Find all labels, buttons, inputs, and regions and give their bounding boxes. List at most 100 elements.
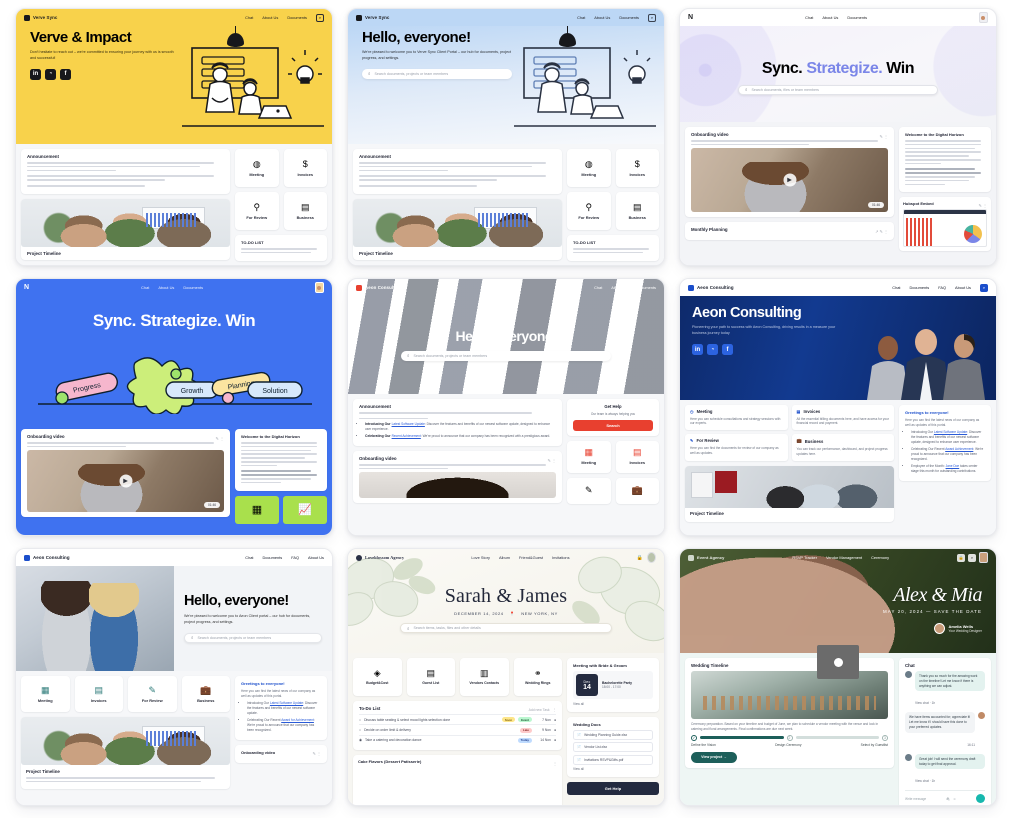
nav-item-about[interactable]: About Us	[822, 15, 838, 20]
tile-vendors[interactable]: ▥ Vendors Contacts	[460, 658, 509, 696]
chart-icon-tile[interactable]: 📈	[283, 495, 327, 524]
template-card-aeon-light[interactable]: Aeon Consulting Chat Documents FAQ About…	[15, 548, 333, 806]
feature-for-review[interactable]: ✎ For Review Here you can find the docum…	[685, 434, 788, 461]
tile-business[interactable]: 💼 Business	[181, 676, 230, 712]
nav-item-invitations[interactable]: Invitations	[552, 555, 570, 560]
nav-item-vendor[interactable]: Vendor Management	[826, 555, 862, 560]
onboarding-video[interactable]: ▶ 01:46	[27, 450, 224, 513]
search-icon[interactable]: ⌕	[648, 13, 656, 22]
emoji-icon[interactable]: ☺	[953, 797, 956, 801]
nav-item-about[interactable]: About Us	[262, 15, 278, 20]
progress-tracker[interactable]: ✓ 2 3	[691, 734, 888, 741]
nav-item-about[interactable]: About Us	[955, 285, 971, 290]
template-card-sync-blue[interactable]: N Chat About Us Documents Sync. Strategi…	[15, 278, 333, 536]
search-input[interactable]: ⌕ Search documents, projects or team mem…	[401, 350, 611, 361]
template-card-wedding-sarah-james[interactable]: Loveblossom Agency Love Story Album Frie…	[347, 548, 665, 806]
nav-item-documents[interactable]: Documents	[263, 555, 283, 560]
search-icon[interactable]: ⌕	[316, 13, 324, 22]
avatar[interactable]	[647, 552, 656, 563]
linkedin-icon[interactable]: in	[30, 68, 41, 80]
tile-invoices[interactable]: ▤ Invoices	[615, 440, 659, 473]
panel-actions[interactable]: ✎ ⋮	[979, 203, 987, 208]
nav-item-faq[interactable]: FAQ	[938, 285, 946, 290]
template-card-verve-blue[interactable]: Verve Sync Chat About Us Documents ⌕ Hel…	[347, 8, 665, 266]
get-help-button[interactable]: Get Help	[567, 782, 659, 796]
nav-item-chat[interactable]: Chat	[892, 285, 900, 290]
nav-item-chat[interactable]: Chat	[577, 15, 585, 20]
nav-item-documents[interactable]: Documents	[287, 15, 307, 20]
linkedin-icon[interactable]: in	[692, 344, 703, 356]
panel-actions[interactable]: ✎ ⋮	[216, 436, 224, 441]
nav-item-documents[interactable]: Documents	[910, 285, 930, 290]
search-input[interactable]: ⌕ Search items, tasks, files and other d…	[400, 623, 612, 633]
template-card-sync-light[interactable]: N Chat About Us Documents Sync. Strategi…	[679, 8, 997, 266]
nav-item-chat[interactable]: Chat	[245, 555, 253, 560]
nav-item-about[interactable]: About Us	[158, 285, 174, 290]
lock-icon[interactable]: 🔒	[956, 553, 965, 562]
view-all-link[interactable]: View all	[573, 767, 653, 772]
nav-item-friend-guest[interactable]: Friend&Guest	[519, 555, 543, 560]
nav-item-chat[interactable]: Chat	[594, 285, 602, 290]
tile-for-review[interactable]: ⚲ For Review	[567, 192, 611, 230]
avatar[interactable]	[978, 12, 988, 23]
feature-business[interactable]: 💼 Business You can track our performance…	[791, 434, 894, 461]
panel-actions[interactable]: ✎ ⋮	[548, 458, 556, 463]
calendar-icon-tile[interactable]: ▦	[235, 495, 279, 524]
todo-item[interactable]: ○ Discuss table seating & select mood li…	[359, 714, 556, 724]
nav-item-documents[interactable]: Documents	[636, 285, 656, 290]
nav-item-about[interactable]: About Us	[308, 555, 324, 560]
feature-invoices[interactable]: ▤ Invoices All the essential billing doc…	[791, 405, 894, 431]
tile-invoices[interactable]: ▤ Invoices	[74, 676, 123, 712]
rss-icon[interactable]: ◔	[707, 344, 718, 356]
template-card-wedding-alex-mia[interactable]: Event Agency RSVP Tracker Vendor Managem…	[679, 548, 997, 806]
panel-actions[interactable]: ✎ ⋮	[313, 751, 321, 756]
tile-invoices[interactable]: $ Invoices	[283, 149, 327, 187]
view-all-link[interactable]: View all	[573, 702, 653, 707]
tile-meeting[interactable]: ▦ Meeting	[567, 440, 611, 473]
doc-item[interactable]: 📄 Invitations RSVP&Gifts.pdf	[573, 754, 653, 765]
nav-item-documents[interactable]: Documents	[847, 15, 867, 20]
todo-item[interactable]: ◉ Take a catering and decoration dance T…	[359, 734, 556, 745]
tile-meeting[interactable]: ▦ Meeting	[21, 676, 70, 712]
onboarding-video[interactable]	[359, 472, 556, 499]
tile-meeting[interactable]: ◍ Meeting	[567, 149, 611, 187]
tile-for-review[interactable]: ⚲ For Review	[235, 192, 279, 230]
search-icon[interactable]: ⌕	[967, 553, 976, 562]
panel-actions[interactable]: ↗ ✎ ⋮	[875, 229, 888, 234]
play-icon[interactable]: ▶	[119, 474, 132, 488]
nav-item-about[interactable]: About Us	[611, 285, 627, 290]
search-icon[interactable]: ⌕	[980, 283, 988, 292]
checkbox[interactable]: ○	[359, 718, 361, 722]
template-card-aeon-dark[interactable]: Aeon Consulting Chat About Us Documents …	[347, 278, 665, 536]
tile-invoices[interactable]: $ Invoices	[615, 149, 659, 187]
view-project-button[interactable]: View project →	[691, 751, 737, 763]
facebook-icon[interactable]: f	[722, 344, 733, 356]
template-card-aeon-navy[interactable]: Aeon Consulting Chat Documents FAQ About…	[679, 278, 997, 536]
nav-item-rsvp[interactable]: RSVP Tracker	[792, 555, 817, 560]
add-task-button[interactable]: Add new Task ⋮	[529, 708, 556, 712]
send-button[interactable]	[975, 794, 985, 804]
avatar[interactable]	[314, 282, 324, 293]
search-input[interactable]: ⌕ Search documents, projects or team mem…	[362, 68, 512, 79]
attach-icon[interactable]: 🖇	[946, 797, 950, 801]
tile-for-review[interactable]: ✎ For Review	[128, 676, 177, 712]
feature-meeting[interactable]: ◷ Meeting Here you can schedule consulta…	[685, 405, 788, 431]
play-icon[interactable]: ▶	[783, 173, 796, 187]
meeting-item[interactable]: Dec 14 Bachelorette Party 18:00 - 17:00	[573, 671, 653, 699]
search-input[interactable]: ⌕ Search documents, files or team member…	[738, 84, 938, 95]
tile-for-review[interactable]: ✎	[567, 477, 611, 504]
panel-actions[interactable]: ⋮	[553, 761, 557, 766]
tile-budget[interactable]: ◈ Budget&Cost	[353, 658, 402, 696]
tile-guest-list[interactable]: ▤ Guest List	[406, 658, 455, 696]
nav-item-about[interactable]: About Us	[594, 15, 610, 20]
tile-business[interactable]: ▤ Business	[283, 192, 327, 230]
camera-overlay[interactable]	[817, 645, 859, 679]
avatar[interactable]	[978, 552, 988, 563]
panel-actions[interactable]: ✎ ⋮	[880, 134, 888, 139]
tile-business[interactable]: ▤ Business	[615, 192, 659, 230]
nav-item-love-story[interactable]: Love Story	[471, 555, 490, 560]
template-card-verve-yellow[interactable]: Verve Sync Chat About Us Documents ⌕ Ver…	[15, 8, 333, 266]
rss-icon[interactable]: ◔	[45, 68, 56, 80]
nav-item-album[interactable]: Album	[499, 555, 510, 560]
doc-item[interactable]: 📄 Wedding Planning Guide.xlsx	[573, 729, 653, 740]
